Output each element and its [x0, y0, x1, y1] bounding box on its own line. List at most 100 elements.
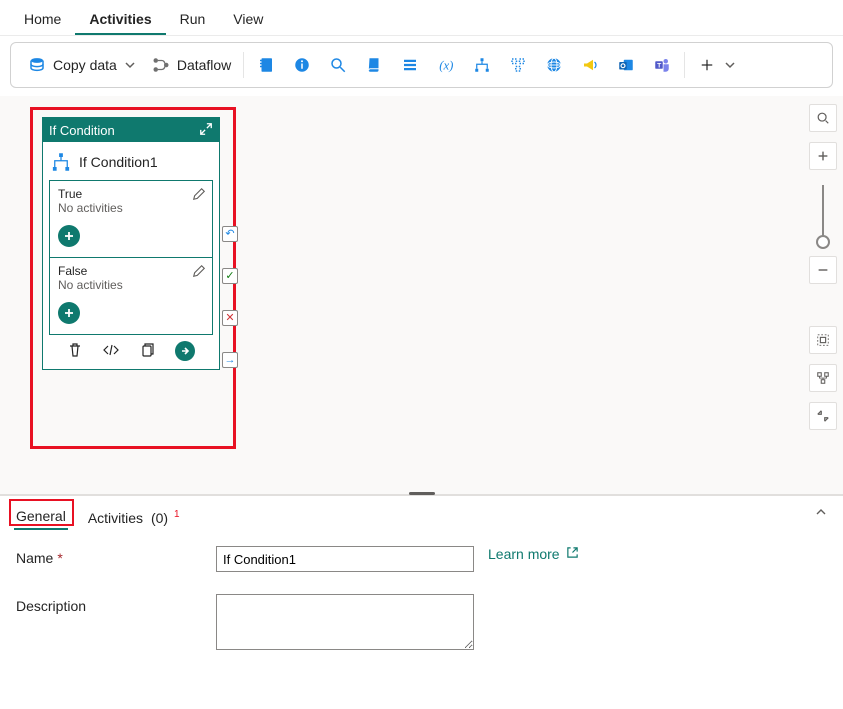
toolbar-separator	[243, 52, 244, 78]
required-asterisk: *	[57, 550, 62, 566]
web-button[interactable]	[536, 51, 572, 79]
name-label: Name*	[16, 546, 216, 566]
proceed-button[interactable]	[175, 341, 195, 361]
plus-icon	[697, 55, 717, 75]
activity-titlebar[interactable]: If Condition	[43, 118, 219, 142]
zoom-slider-thumb[interactable]	[816, 235, 830, 249]
side-actions: ↶ ✓ ✕ →	[222, 226, 238, 368]
dataflow-icon	[151, 55, 171, 75]
top-nav: Home Activities Run View	[0, 0, 843, 36]
megaphone-icon	[580, 55, 600, 75]
variable-button[interactable]: (x)	[428, 51, 464, 79]
false-branch-title: False	[58, 264, 204, 278]
copy-button[interactable]	[139, 342, 155, 361]
info-icon	[292, 55, 312, 75]
if-condition-icon	[51, 152, 71, 172]
form-area: Name* Learn more Description	[14, 530, 829, 650]
external-link-icon	[566, 546, 579, 562]
panel-tabs: General Activities (0) 1	[14, 502, 829, 530]
copy-data-icon	[27, 55, 47, 75]
search-icon	[328, 55, 348, 75]
false-branch-subtitle: No activities	[58, 278, 204, 292]
expand-icon[interactable]	[199, 122, 213, 139]
panel-tab-general[interactable]: General	[14, 504, 68, 530]
tab-label: Home	[24, 11, 61, 27]
activity-footer	[49, 335, 213, 367]
true-branch-title: True	[58, 187, 204, 201]
canvas-controls	[809, 104, 837, 430]
copy-data-label: Copy data	[53, 57, 117, 73]
script-button[interactable]	[356, 51, 392, 79]
layout-button[interactable]	[500, 51, 536, 79]
add-button[interactable]	[689, 51, 743, 79]
undo-button[interactable]: ↶	[222, 226, 238, 242]
announce-button[interactable]	[572, 51, 608, 79]
description-input[interactable]	[216, 594, 474, 650]
tab-label: Activities	[89, 11, 151, 27]
tab-label: General	[16, 508, 66, 524]
tab-activities[interactable]: Activities	[75, 3, 165, 35]
table-button[interactable]	[392, 51, 428, 79]
edit-true-branch-button[interactable]	[192, 187, 206, 204]
notebook-button[interactable]	[248, 51, 284, 79]
edit-false-branch-button[interactable]	[192, 264, 206, 281]
description-label: Description	[16, 594, 216, 614]
false-branch[interactable]: False No activities	[49, 258, 213, 335]
zoom-in-button[interactable]	[809, 142, 837, 170]
fit-to-screen-button[interactable]	[809, 326, 837, 354]
minimize-button[interactable]	[809, 402, 837, 430]
code-button[interactable]	[103, 342, 119, 361]
name-input[interactable]	[216, 546, 474, 572]
dataflow-label: Dataflow	[177, 57, 231, 73]
zoom-out-button[interactable]	[809, 256, 837, 284]
next-button[interactable]: →	[222, 352, 238, 368]
toolbar: Copy data Dataflow (x) T	[10, 42, 833, 88]
activity-name: If Condition1	[79, 154, 158, 170]
branch-button[interactable]	[464, 51, 500, 79]
notebook-icon	[256, 55, 276, 75]
true-branch[interactable]: True No activities	[49, 180, 213, 258]
dataflow-button[interactable]: Dataflow	[143, 51, 239, 79]
auto-layout-button[interactable]	[809, 364, 837, 392]
svg-text:(x): (x)	[440, 59, 454, 73]
layout-icon	[508, 55, 528, 75]
canvas-search-button[interactable]	[809, 104, 837, 132]
tab-label: View	[233, 11, 263, 27]
teams-button[interactable]: T	[644, 51, 680, 79]
panel-tab-activities[interactable]: Activities (0) 1	[86, 506, 180, 530]
globe-icon	[544, 55, 564, 75]
tab-view[interactable]: View	[219, 3, 277, 35]
tab-label: Run	[180, 11, 206, 27]
if-condition-activity[interactable]: If Condition If Condition1 True No activ…	[42, 117, 220, 370]
chevron-down-icon	[125, 57, 135, 73]
script-icon	[364, 55, 384, 75]
toolbar-wrap: Copy data Dataflow (x) T	[0, 36, 843, 96]
name-label-text: Name	[16, 550, 53, 566]
learn-more-label: Learn more	[488, 546, 560, 562]
outlook-icon	[616, 55, 636, 75]
chevron-down-icon	[725, 57, 735, 73]
delete-mark-button[interactable]: ✕	[222, 310, 238, 326]
zoom-slider[interactable]	[822, 185, 824, 241]
description-label-text: Description	[16, 598, 86, 614]
tab-home[interactable]: Home	[10, 3, 75, 35]
check-button[interactable]: ✓	[222, 268, 238, 284]
activities-count: (0)	[151, 510, 168, 526]
pipeline-canvas[interactable]: If Condition If Condition1 True No activ…	[0, 96, 843, 494]
variable-icon: (x)	[436, 55, 456, 75]
learn-more-link[interactable]: Learn more	[488, 546, 579, 562]
properties-panel: General Activities (0) 1 Name* Learn mor…	[0, 495, 843, 709]
add-false-activity-button[interactable]	[58, 302, 80, 324]
search-button[interactable]	[320, 51, 356, 79]
add-true-activity-button[interactable]	[58, 225, 80, 247]
toolbar-separator	[684, 52, 685, 78]
delete-button[interactable]	[67, 342, 83, 361]
outlook-button[interactable]	[608, 51, 644, 79]
info-button[interactable]	[284, 51, 320, 79]
copy-data-button[interactable]: Copy data	[19, 51, 143, 79]
tab-run[interactable]: Run	[166, 3, 220, 35]
panel-collapse-button[interactable]	[809, 500, 833, 524]
teams-icon: T	[652, 55, 672, 75]
branch-icon	[472, 55, 492, 75]
required-indicator: 1	[174, 509, 180, 520]
